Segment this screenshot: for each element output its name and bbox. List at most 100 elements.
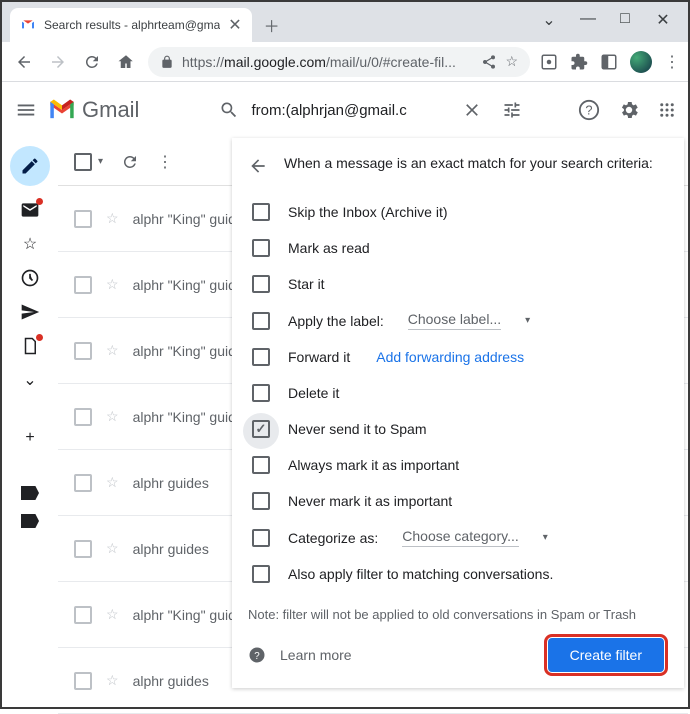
share-icon[interactable]	[481, 54, 497, 70]
checkbox[interactable]	[252, 239, 270, 257]
opt-always-important[interactable]: Always mark it as important	[248, 447, 664, 483]
row-checkbox[interactable]	[74, 606, 92, 624]
maximize-icon[interactable]: □	[618, 10, 632, 30]
chevron-down-icon[interactable]: ▾	[543, 532, 548, 543]
apps-icon[interactable]	[658, 101, 676, 119]
search-icon[interactable]	[219, 100, 239, 120]
row-checkbox[interactable]	[74, 672, 92, 690]
tab-close-icon[interactable]: ✕	[228, 15, 241, 35]
add-forwarding-link[interactable]: Add forwarding address	[376, 349, 524, 365]
checkbox[interactable]	[252, 492, 270, 510]
sidepanel-icon[interactable]	[600, 53, 618, 71]
snoozed-icon[interactable]	[20, 268, 40, 288]
star-icon[interactable]: ☆	[106, 408, 119, 425]
more-actions-icon[interactable]: ⋮	[157, 152, 173, 172]
filter-back-icon[interactable]	[248, 156, 268, 176]
window-controls: ⌄ ― □ ✕	[542, 2, 688, 30]
checkbox-checked[interactable]	[252, 420, 270, 438]
gmail-logo[interactable]: Gmail	[48, 97, 139, 123]
opt-star-it[interactable]: Star it	[248, 266, 664, 302]
star-icon[interactable]: ☆	[106, 276, 119, 293]
create-filter-button[interactable]: Create filter	[548, 638, 664, 672]
back-button[interactable]	[12, 53, 36, 71]
checkbox[interactable]	[252, 312, 270, 330]
star-icon[interactable]: ☆	[106, 210, 119, 227]
new-tab-button[interactable]: ＋	[258, 11, 286, 39]
row-checkbox[interactable]	[74, 408, 92, 426]
label-2[interactable]	[21, 514, 39, 528]
search-box[interactable]	[209, 88, 532, 132]
star-icon[interactable]: ☆	[106, 342, 119, 359]
chevron-down-icon[interactable]: ▾	[525, 315, 530, 326]
opt-apply-label[interactable]: Apply the label:Choose label...▾	[248, 302, 664, 339]
lock-icon	[160, 55, 174, 69]
extensions-icon[interactable]	[570, 53, 588, 71]
label-select[interactable]: Choose label...	[408, 311, 501, 330]
filter-panel: When a message is an exact match for you…	[232, 138, 684, 688]
help-icon[interactable]: ?	[578, 99, 600, 121]
inbox-icon[interactable]	[20, 200, 40, 220]
content-area: ▾ ⋮ ☆alphr "King" guid18 ☆alphr "King" g…	[58, 138, 688, 707]
close-icon[interactable]: ✕	[656, 10, 670, 30]
row-checkbox[interactable]	[74, 342, 92, 360]
opt-also-apply[interactable]: Also apply filter to matching conversati…	[248, 556, 664, 592]
refresh-icon[interactable]	[121, 153, 139, 171]
more-icon[interactable]: ⌄	[20, 370, 40, 390]
star-icon[interactable]: ☆	[106, 540, 119, 557]
window-dropdown-icon[interactable]: ⌄	[542, 10, 556, 30]
row-checkbox[interactable]	[74, 210, 92, 228]
sent-icon[interactable]	[20, 302, 40, 322]
browser-addressbar: https://mail.google.com/mail/u/0/#create…	[2, 42, 688, 82]
checkbox[interactable]	[252, 348, 270, 366]
opt-forward[interactable]: Forward itAdd forwarding address	[248, 339, 664, 375]
opt-skip-inbox[interactable]: Skip the Inbox (Archive it)	[248, 194, 664, 230]
url-field[interactable]: https://mail.google.com/mail/u/0/#create…	[148, 47, 530, 77]
opt-mark-read[interactable]: Mark as read	[248, 230, 664, 266]
svg-text:?: ?	[254, 651, 260, 662]
clear-search-icon[interactable]	[462, 100, 482, 120]
star-icon[interactable]: ☆	[106, 672, 119, 689]
checkbox[interactable]	[252, 203, 270, 221]
row-checkbox[interactable]	[74, 276, 92, 294]
tab-title: Search results - alphrteam@gma	[44, 18, 220, 32]
search-options-icon[interactable]	[502, 100, 522, 120]
search-input[interactable]	[251, 102, 450, 119]
reload-button[interactable]	[80, 53, 104, 71]
left-rail: ☆ ⌄ +	[2, 138, 58, 707]
gmail-brand-text: Gmail	[82, 97, 139, 123]
star-icon[interactable]: ☆	[106, 474, 119, 491]
opt-never-important[interactable]: Never mark it as important	[248, 483, 664, 519]
home-button[interactable]	[114, 53, 138, 71]
compose-button[interactable]	[10, 146, 50, 186]
row-checkbox[interactable]	[74, 474, 92, 492]
extension-1-icon[interactable]	[540, 53, 558, 71]
row-checkbox[interactable]	[74, 540, 92, 558]
checkbox[interactable]	[252, 456, 270, 474]
profile-avatar[interactable]	[630, 51, 652, 73]
main-menu-icon[interactable]	[14, 99, 38, 121]
browser-tab[interactable]: Search results - alphrteam@gma ✕	[10, 8, 252, 42]
category-select[interactable]: Choose category...	[402, 528, 518, 547]
add-label-icon[interactable]: +	[20, 428, 40, 448]
select-all-checkbox[interactable]	[74, 153, 92, 171]
settings-icon[interactable]	[618, 99, 640, 121]
label-1[interactable]	[21, 486, 39, 500]
opt-delete[interactable]: Delete it	[248, 375, 664, 411]
bookmark-icon[interactable]: ☆	[505, 53, 518, 70]
forward-button[interactable]	[46, 53, 70, 71]
starred-icon[interactable]: ☆	[20, 234, 40, 254]
gmail-header: Gmail ?	[2, 82, 688, 138]
checkbox[interactable]	[252, 275, 270, 293]
checkbox[interactable]	[252, 384, 270, 402]
checkbox[interactable]	[252, 529, 270, 547]
learn-more-link[interactable]: Learn more	[280, 647, 352, 663]
checkbox[interactable]	[252, 565, 270, 583]
minimize-icon[interactable]: ―	[580, 10, 594, 30]
browser-menu-icon[interactable]: ⋮	[664, 52, 678, 72]
select-dropdown-icon[interactable]: ▾	[98, 156, 103, 167]
star-icon[interactable]: ☆	[106, 606, 119, 623]
help-icon[interactable]: ?	[248, 646, 266, 664]
opt-categorize[interactable]: Categorize as:Choose category...▾	[248, 519, 664, 556]
opt-never-spam[interactable]: Never send it to Spam	[248, 411, 664, 447]
drafts-icon[interactable]	[20, 336, 40, 356]
